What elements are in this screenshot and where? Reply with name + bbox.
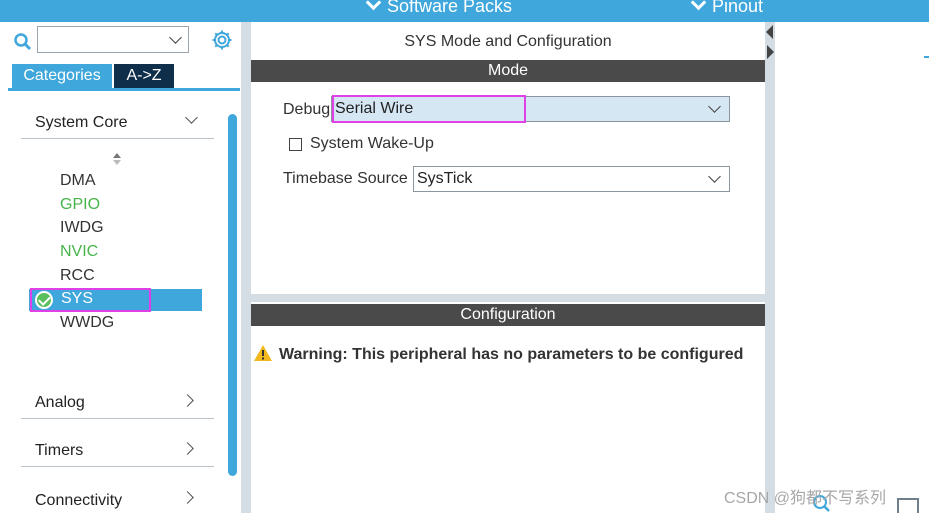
list-item-nvic[interactable]: NVIC — [60, 243, 98, 261]
gear-icon[interactable] — [210, 28, 234, 52]
collapse-left-icon[interactable] — [766, 25, 773, 39]
pinout-edge-mark — [924, 56, 929, 58]
top-toolbar: Software Packs Pinout — [0, 0, 929, 22]
mode-header: Mode — [251, 60, 765, 82]
chevron-down-icon — [690, 0, 707, 11]
expand-right-icon[interactable] — [767, 45, 774, 59]
category-list: System Core DMA GPIO IWDG NVIC RCC SYS W… — [8, 92, 226, 513]
watermark: CSDN @狗都不写系列 — [724, 490, 887, 507]
search-input[interactable] — [37, 26, 189, 53]
chevron-down-icon[interactable] — [169, 31, 182, 44]
section-divider[interactable] — [251, 294, 765, 302]
chevron-right-icon — [181, 491, 194, 504]
tab-categories[interactable]: Categories — [12, 64, 112, 88]
tab-underline — [8, 88, 240, 91]
configuration-header: Configuration — [251, 304, 765, 326]
page-title: SYS Mode and Configuration — [404, 33, 612, 50]
category-timers[interactable]: Timers — [21, 433, 214, 467]
warning-icon — [254, 345, 272, 361]
pinout-view — [775, 22, 929, 513]
pinout-menu[interactable]: Pinout — [690, 0, 764, 17]
category-connectivity[interactable]: Connectivity — [21, 482, 214, 513]
timebase-select[interactable]: SysTick — [413, 166, 730, 192]
software-packs-menu[interactable]: Software Packs — [365, 0, 513, 17]
list-item-wwdg[interactable]: WWDG — [60, 314, 114, 332]
chevron-down-icon — [185, 111, 198, 124]
debug-label: Debug — [283, 101, 331, 118]
warning-message: Warning: This peripheral has no paramete… — [279, 346, 744, 363]
timebase-label: Timebase Source — [283, 170, 408, 187]
pinout-label: Pinout — [712, 0, 764, 16]
panel-splitter[interactable] — [765, 22, 775, 513]
search-area: Categories A->Z — [0, 22, 241, 92]
chevron-right-icon — [181, 442, 194, 455]
panel-divider[interactable] — [241, 22, 251, 513]
category-label: Analog — [35, 394, 85, 411]
system-wakeup-label: System Wake-Up — [310, 135, 434, 152]
tab-a-to-z[interactable]: A->Z — [114, 64, 174, 88]
fit-frame-icon[interactable] — [897, 498, 919, 513]
system-wakeup-checkbox[interactable] — [289, 138, 302, 151]
debug-highlight-box — [332, 95, 526, 123]
list-item-dma[interactable]: DMA — [60, 172, 96, 190]
category-label: Connectivity — [35, 492, 123, 509]
software-packs-label: Software Packs — [387, 0, 513, 16]
timebase-select-value: SysTick — [417, 170, 473, 187]
sys-highlight-box — [30, 288, 151, 312]
search-icon[interactable] — [13, 32, 33, 52]
category-system-core[interactable]: System Core — [21, 105, 214, 139]
category-label: Timers — [35, 442, 84, 459]
chevron-down-icon — [365, 0, 382, 11]
mode-config-panel: SYS Mode and Configuration Mode Debug Se… — [251, 22, 765, 513]
sort-icon[interactable] — [112, 152, 122, 166]
category-analog[interactable]: Analog — [21, 385, 214, 419]
category-label: System Core — [35, 114, 128, 131]
list-item-gpio[interactable]: GPIO — [60, 196, 100, 214]
chevron-down-icon — [708, 100, 721, 113]
categories-panel: Categories A->Z System Core DMA GPIO IWD… — [0, 22, 241, 513]
list-item-rcc[interactable]: RCC — [60, 267, 95, 285]
list-item-iwdg[interactable]: IWDG — [60, 219, 104, 237]
chevron-down-icon — [708, 170, 721, 183]
category-scrollbar[interactable] — [228, 114, 237, 476]
chevron-right-icon — [181, 394, 194, 407]
